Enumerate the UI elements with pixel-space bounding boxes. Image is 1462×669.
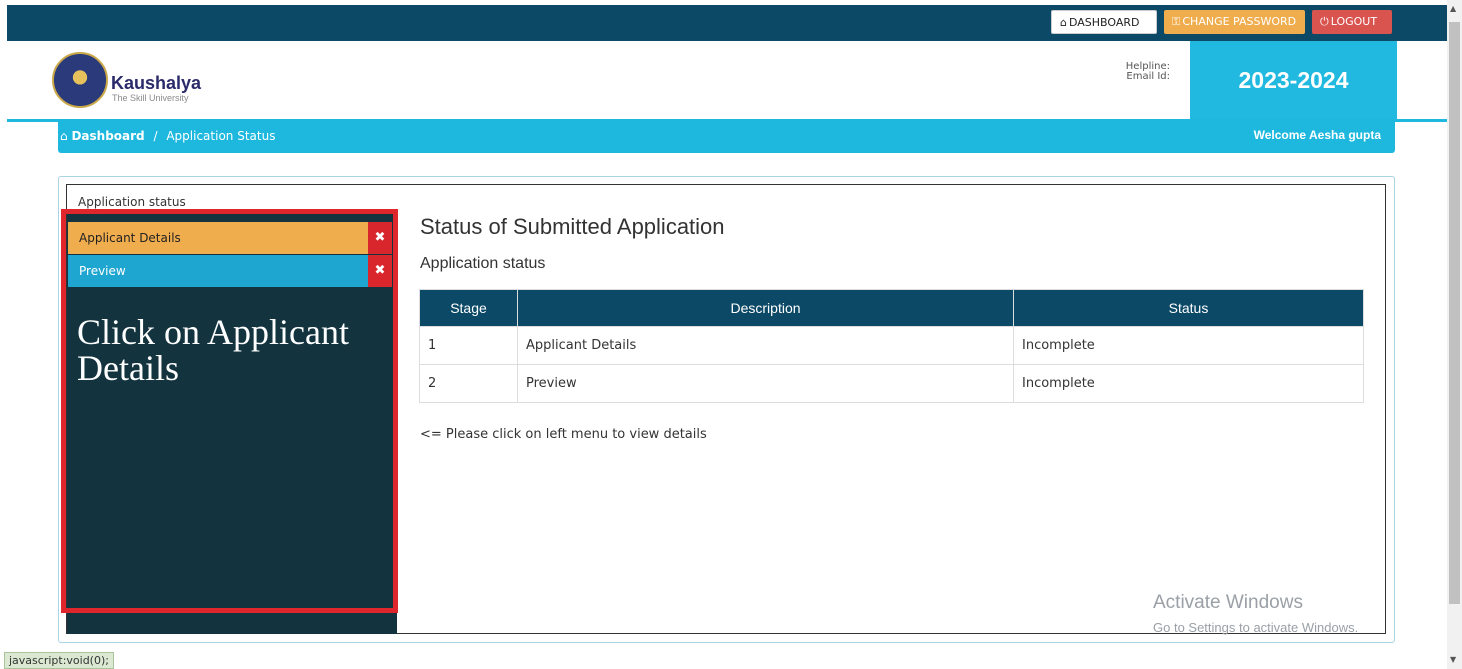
home-icon: ⌂	[1060, 16, 1067, 29]
sidebar-item-preview[interactable]: Preview	[68, 255, 368, 287]
page-title: Status of Submitted Application	[420, 214, 725, 239]
key-icon: ⚿	[1172, 15, 1181, 28]
column-header-stage: Stage	[419, 289, 518, 327]
windows-activation-watermark: Activate Windows Go to Settings to activ…	[1153, 592, 1358, 635]
change-password-label: CHANGE PASSWORD	[1182, 15, 1297, 28]
site-header: 2023-2024 Helpline: Email Id:	[7, 41, 1447, 119]
watermark-line2: Go to Settings to activate Windows.	[1153, 620, 1359, 635]
page-subtitle: Application status	[420, 255, 546, 272]
watermark-line1: Activate Windows	[1153, 592, 1303, 613]
scroll-down-icon[interactable]: ▼	[1450, 655, 1456, 664]
home-icon: ⌂	[60, 129, 68, 143]
description-cell: Applicant Details	[517, 326, 1014, 365]
status-cell: Incomplete	[1013, 326, 1364, 365]
incomplete-x-icon: ✖	[368, 255, 392, 287]
logo-subtitle: The Skill University	[112, 93, 189, 103]
stage-cell: 2	[419, 364, 518, 403]
breadcrumb-separator: /	[153, 129, 158, 143]
welcome-message: Welcome Aesha gupta	[1253, 128, 1381, 142]
description-cell: Preview	[517, 364, 1014, 403]
column-header-description: Description	[517, 289, 1014, 327]
power-icon: ⏻	[1320, 15, 1329, 28]
breadcrumb-current: Application Status	[166, 129, 276, 143]
browser-status-bar: javascript:void(0);	[4, 652, 114, 669]
scroll-up-icon[interactable]: ▲	[1450, 4, 1456, 13]
academic-year-badge: 2023-2024	[1190, 41, 1397, 119]
dashboard-button[interactable]: ⌂ DASHBOARD	[1051, 10, 1157, 34]
panel-label: Application status	[78, 195, 186, 209]
scrollbar-thumb[interactable]	[1449, 22, 1460, 604]
instruction-annotation: Click on Applicant Details	[77, 312, 349, 388]
table-row: 1 Applicant Details Incomplete	[419, 326, 1364, 365]
helpline-info: Helpline: Email Id:	[1124, 62, 1170, 82]
menu-hint: <= Please click on left menu to view det…	[420, 427, 707, 442]
breadcrumb-dashboard-link[interactable]: Dashboard	[71, 129, 144, 143]
status-table: Stage Description Status 1 Applicant Det…	[419, 289, 1364, 403]
column-header-status: Status	[1013, 289, 1364, 327]
logout-label: LOGOUT	[1330, 15, 1378, 28]
university-logo-icon[interactable]	[52, 52, 108, 108]
email-label: Email Id:	[1126, 71, 1170, 82]
dashboard-label: DASHBOARD	[1068, 16, 1140, 29]
table-header-row: Stage Description Status	[419, 289, 1364, 327]
change-password-button[interactable]: ⚿ CHANGE PASSWORD	[1164, 10, 1305, 34]
incomplete-x-icon: ✖	[368, 222, 392, 254]
table-row: 2 Preview Incomplete	[419, 364, 1364, 403]
sidebar-item-applicant-details[interactable]: Applicant Details	[68, 222, 368, 254]
breadcrumb: ⌂ Dashboard / Application Status Welcome…	[58, 122, 1395, 153]
logo-title: Kaushalya	[111, 73, 202, 93]
page-scrollbar[interactable]: ▲ ▼	[1447, 0, 1462, 669]
logout-button[interactable]: ⏻ LOGOUT	[1312, 10, 1392, 34]
top-nav-bar: ⌂ DASHBOARD ⚿ CHANGE PASSWORD ⏻ LOGOUT	[7, 5, 1447, 41]
status-cell: Incomplete	[1013, 364, 1364, 403]
stage-cell: 1	[419, 326, 518, 365]
